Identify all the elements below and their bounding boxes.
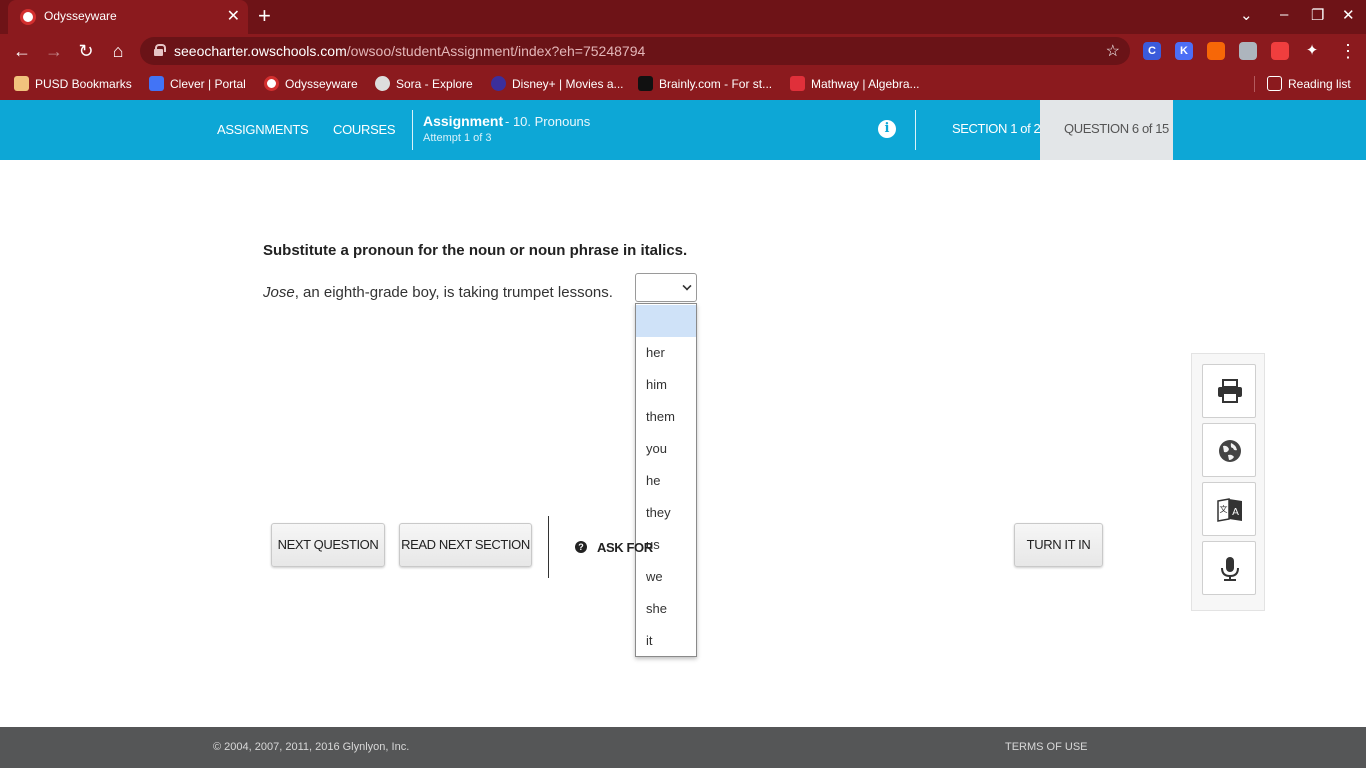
pronoun-select[interactable] xyxy=(635,273,697,302)
option-she[interactable]: she xyxy=(636,593,696,625)
odysseyware-favicon-icon xyxy=(20,9,36,25)
home-icon[interactable]: ⌂ xyxy=(106,39,130,63)
option-him[interactable]: him xyxy=(636,369,696,401)
restore-icon[interactable]: ❐ xyxy=(1311,6,1324,24)
disney-icon xyxy=(491,76,506,91)
reload-icon[interactable]: ↻ xyxy=(74,39,98,63)
microphone-button[interactable] xyxy=(1202,541,1256,595)
sentence-rest: , an eighth-grade boy, is taking trumpet… xyxy=(294,284,613,301)
next-question-button[interactable]: NEXT QUESTION xyxy=(271,523,385,567)
browser-tab-strip: Odysseyware ✕ + ⌄ – ❐ ✕ xyxy=(0,0,1366,34)
question-prompt: Substitute a pronoun for the noun or nou… xyxy=(263,242,688,259)
terms-of-use-link[interactable]: TERMS OF USE xyxy=(1005,741,1088,753)
bookmarks-bar: PUSD Bookmarks Clever | Portal Odysseywa… xyxy=(0,68,1366,100)
back-arrow-icon[interactable]: ← xyxy=(10,39,34,63)
extension-gray-icon[interactable] xyxy=(1239,42,1257,60)
extension-c-icon[interactable]: C xyxy=(1143,42,1161,60)
header-divider-2 xyxy=(915,110,916,150)
option-them[interactable]: them xyxy=(636,401,696,433)
app-header: ASSIGNMENTS COURSES Assignment - 10. Pro… xyxy=(0,100,1366,160)
browser-menu-icon[interactable]: ⋮ xyxy=(1336,39,1360,63)
clever-icon xyxy=(149,76,164,91)
print-button[interactable] xyxy=(1202,364,1256,418)
bookmark-odysseyware[interactable]: Odysseyware xyxy=(264,76,358,92)
ask-for-help-button[interactable]: ASK FOR xyxy=(597,540,653,555)
chevron-down-icon xyxy=(682,281,692,291)
minimize-icon[interactable]: – xyxy=(1280,6,1288,23)
browser-tab[interactable]: Odysseyware ✕ xyxy=(8,0,248,34)
extension-red-icon[interactable] xyxy=(1271,42,1289,60)
extension-k-icon[interactable]: K xyxy=(1175,42,1193,60)
mathway-icon xyxy=(790,76,805,91)
sora-icon xyxy=(375,76,390,91)
new-tab-icon[interactable]: + xyxy=(258,3,271,29)
option-blank[interactable] xyxy=(636,305,696,337)
question-indicator-label: QUESTION 6 of 15 xyxy=(1064,121,1169,136)
bookmark-clever[interactable]: Clever | Portal xyxy=(149,76,246,92)
header-divider xyxy=(412,110,413,150)
assignment-name: - 10. Pronouns xyxy=(505,114,591,129)
address-bar[interactable]: seeocharter.owschools.com/owsoo/studentA… xyxy=(140,37,1130,65)
bookmark-brainly[interactable]: Brainly.com - For st... xyxy=(638,76,772,92)
buttons-divider xyxy=(548,516,549,578)
globe-icon xyxy=(1219,440,1241,462)
pronoun-dropdown-list: her him them you he they us we she it xyxy=(635,303,697,657)
option-you[interactable]: you xyxy=(636,433,696,465)
attempt-count: Attempt 1 of 3 xyxy=(423,132,492,144)
copyright-text: © 2004, 2007, 2011, 2016 Glynlyon, Inc. xyxy=(213,741,410,753)
translate-icon: A 文 xyxy=(1217,498,1242,522)
bookmark-mathway[interactable]: Mathway | Algebra... xyxy=(790,76,920,92)
tab-search-chevron-icon[interactable]: ⌄ xyxy=(1240,6,1253,24)
option-her[interactable]: her xyxy=(636,337,696,369)
tools-panel: A 文 xyxy=(1191,353,1265,611)
tab-close-icon[interactable]: ✕ xyxy=(227,6,240,26)
extensions-puzzle-icon[interactable]: ✦ xyxy=(1300,39,1324,63)
bookmark-disney[interactable]: Disney+ | Movies a... xyxy=(491,76,624,92)
lock-icon xyxy=(154,44,166,56)
translate-web-button[interactable] xyxy=(1202,423,1256,477)
nav-courses[interactable]: COURSES xyxy=(333,122,396,137)
italic-noun: Jose xyxy=(263,284,295,301)
assignment-label: Assignment xyxy=(423,113,504,129)
folder-icon xyxy=(14,76,29,91)
odysseyware-icon xyxy=(264,76,279,91)
browser-toolbar: ← → ↻ ⌂ seeocharter.owschools.com/owsoo/… xyxy=(0,34,1366,68)
reading-list-icon xyxy=(1267,76,1282,91)
bookmark-star-icon[interactable]: ☆ xyxy=(1106,41,1120,61)
translate-language-button[interactable]: A 文 xyxy=(1202,482,1256,536)
window-close-icon[interactable]: ✕ xyxy=(1342,6,1355,24)
info-icon[interactable]: i xyxy=(878,120,896,138)
forward-arrow-icon[interactable]: → xyxy=(42,39,66,63)
option-he[interactable]: he xyxy=(636,465,696,497)
microphone-icon xyxy=(1221,557,1239,581)
brainly-icon xyxy=(638,76,653,91)
svg-text:A: A xyxy=(1232,507,1239,518)
printer-icon xyxy=(1218,379,1242,403)
question-sentence: Jose, an eighth-grade boy, is taking tru… xyxy=(263,284,613,301)
turn-it-in-button[interactable]: TURN IT IN xyxy=(1014,523,1103,567)
bookmark-sora[interactable]: Sora - Explore xyxy=(375,76,473,92)
question-mark-icon: ? xyxy=(575,541,587,553)
bookmarks-separator xyxy=(1254,76,1255,92)
reading-list[interactable]: Reading list xyxy=(1267,76,1351,92)
extension-orange-icon[interactable] xyxy=(1207,42,1225,60)
question-indicator[interactable]: QUESTION 6 of 15 xyxy=(1040,100,1173,160)
option-they[interactable]: they xyxy=(636,497,696,529)
read-next-section-button[interactable]: READ NEXT SECTION xyxy=(399,523,532,567)
bookmark-pusd[interactable]: PUSD Bookmarks xyxy=(14,76,132,92)
nav-assignments[interactable]: ASSIGNMENTS xyxy=(217,122,309,137)
option-it[interactable]: it xyxy=(636,625,696,657)
tab-title: Odysseyware xyxy=(44,9,117,23)
page-footer: © 2004, 2007, 2011, 2016 Glynlyon, Inc. … xyxy=(0,727,1366,768)
url-text[interactable]: seeocharter.owschools.com/owsoo/studentA… xyxy=(174,43,645,59)
svg-text:文: 文 xyxy=(1220,504,1228,514)
option-we[interactable]: we xyxy=(636,561,696,593)
section-indicator[interactable]: SECTION 1 of 2 xyxy=(952,121,1041,136)
